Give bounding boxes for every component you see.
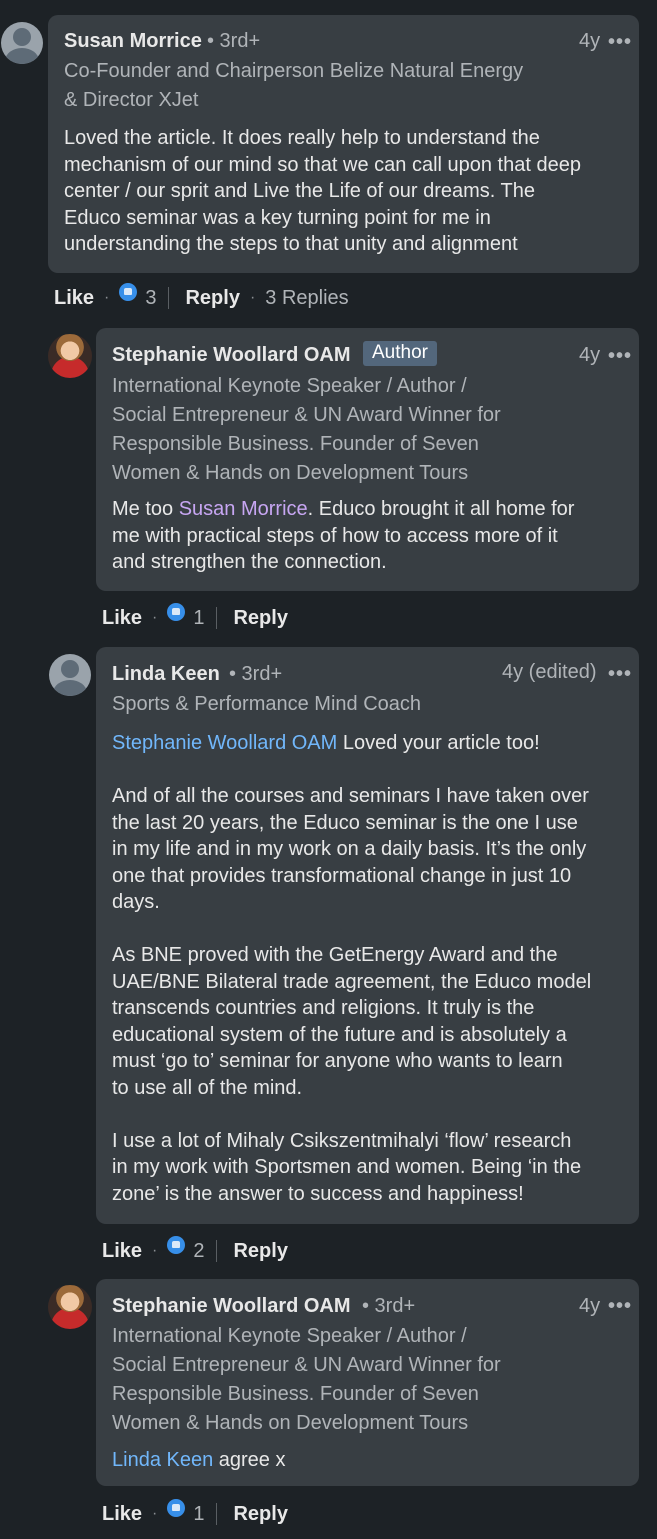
comment-actions: Like · 1 Reply bbox=[102, 603, 288, 632]
avatar[interactable] bbox=[49, 654, 91, 696]
commenter-name[interactable]: Stephanie Woollard OAM bbox=[112, 1295, 351, 1318]
like-reaction-icon[interactable] bbox=[167, 603, 186, 621]
reaction-count[interactable]: 1 bbox=[193, 607, 204, 630]
reaction-count[interactable]: 3 bbox=[145, 287, 156, 310]
reaction-count[interactable]: 1 bbox=[193, 1503, 204, 1526]
avatar[interactable] bbox=[48, 1285, 92, 1329]
divider bbox=[216, 1503, 218, 1525]
comment-time: 4y bbox=[579, 344, 601, 366]
replies-count-link[interactable]: 3 Replies bbox=[265, 287, 348, 310]
commenter-name[interactable]: Linda Keen bbox=[112, 663, 220, 686]
reply-bubble: Linda Keen • 3rd+ 4y (edited) ••• Sports… bbox=[96, 647, 639, 1224]
connection-degree: • 3rd+ bbox=[229, 663, 283, 685]
reply-bubble: Stephanie Woollard OAM • 3rd+ 4y ••• Int… bbox=[96, 1279, 639, 1486]
like-reaction-icon[interactable] bbox=[167, 1499, 186, 1517]
author-badge: Author bbox=[363, 341, 437, 366]
mention-link[interactable]: Linda Keen bbox=[112, 1449, 213, 1471]
commenter-name[interactable]: Susan Morrice bbox=[64, 30, 202, 53]
commenter-headline: Co-Founder and Chairperson Belize Natura… bbox=[64, 60, 524, 111]
like-reaction-icon[interactable] bbox=[119, 283, 138, 301]
reply-button[interactable]: Reply bbox=[233, 1503, 287, 1526]
like-reaction-icon[interactable] bbox=[167, 1236, 186, 1254]
like-button[interactable]: Like bbox=[102, 607, 142, 630]
avatar[interactable] bbox=[1, 22, 43, 64]
divider bbox=[168, 287, 170, 309]
reply-button[interactable]: Reply bbox=[185, 287, 239, 310]
comment-text: Stephanie Woollard OAM Loved your articl… bbox=[112, 732, 592, 1205]
mention-link[interactable]: Stephanie Woollard OAM bbox=[112, 732, 337, 754]
more-options-icon[interactable]: ••• bbox=[608, 664, 632, 684]
connection-degree: • 3rd+ bbox=[207, 30, 261, 52]
commenter-headline: International Keynote Speaker / Author /… bbox=[112, 1325, 501, 1434]
divider bbox=[216, 1240, 218, 1262]
commenter-name[interactable]: Stephanie Woollard OAM bbox=[112, 344, 351, 367]
comment-actions: Like · 2 Reply bbox=[102, 1236, 288, 1265]
comment-bubble: Susan Morrice • 3rd+ 4y ••• Co-Founder a… bbox=[48, 15, 639, 273]
divider bbox=[216, 607, 218, 629]
comment-text: Loved the article. It does really help t… bbox=[64, 127, 581, 255]
more-options-icon[interactable]: ••• bbox=[608, 346, 632, 366]
like-button[interactable]: Like bbox=[102, 1503, 142, 1526]
commenter-headline: International Keynote Speaker / Author /… bbox=[112, 375, 501, 484]
avatar[interactable] bbox=[48, 334, 92, 378]
comment-time: 4y bbox=[579, 30, 601, 52]
comment-actions: Like · 3 Reply · 3 Replies bbox=[54, 283, 349, 312]
like-button[interactable]: Like bbox=[102, 1240, 142, 1263]
connection-degree: • 3rd+ bbox=[362, 1295, 416, 1317]
like-button[interactable]: Like bbox=[54, 287, 94, 310]
mention-link[interactable]: Susan Morrice bbox=[179, 498, 308, 520]
more-options-icon[interactable]: ••• bbox=[608, 1296, 632, 1316]
reply-button[interactable]: Reply bbox=[233, 1240, 287, 1263]
comment-actions: Like · 1 Reply bbox=[102, 1499, 288, 1528]
comment-time: 4y (edited) bbox=[502, 661, 597, 683]
comment-time: 4y bbox=[579, 1295, 601, 1317]
comment-text: Me too Susan Morrice. Educo brought it a… bbox=[112, 498, 575, 573]
more-options-icon[interactable]: ••• bbox=[608, 32, 632, 52]
reply-button[interactable]: Reply bbox=[233, 607, 287, 630]
comment-text: Linda Keen agree x bbox=[112, 1449, 286, 1471]
reply-bubble: Stephanie Woollard OAM Author 4y ••• Int… bbox=[96, 328, 639, 591]
commenter-headline: Sports & Performance Mind Coach bbox=[112, 693, 422, 715]
reaction-count[interactable]: 2 bbox=[193, 1240, 204, 1263]
